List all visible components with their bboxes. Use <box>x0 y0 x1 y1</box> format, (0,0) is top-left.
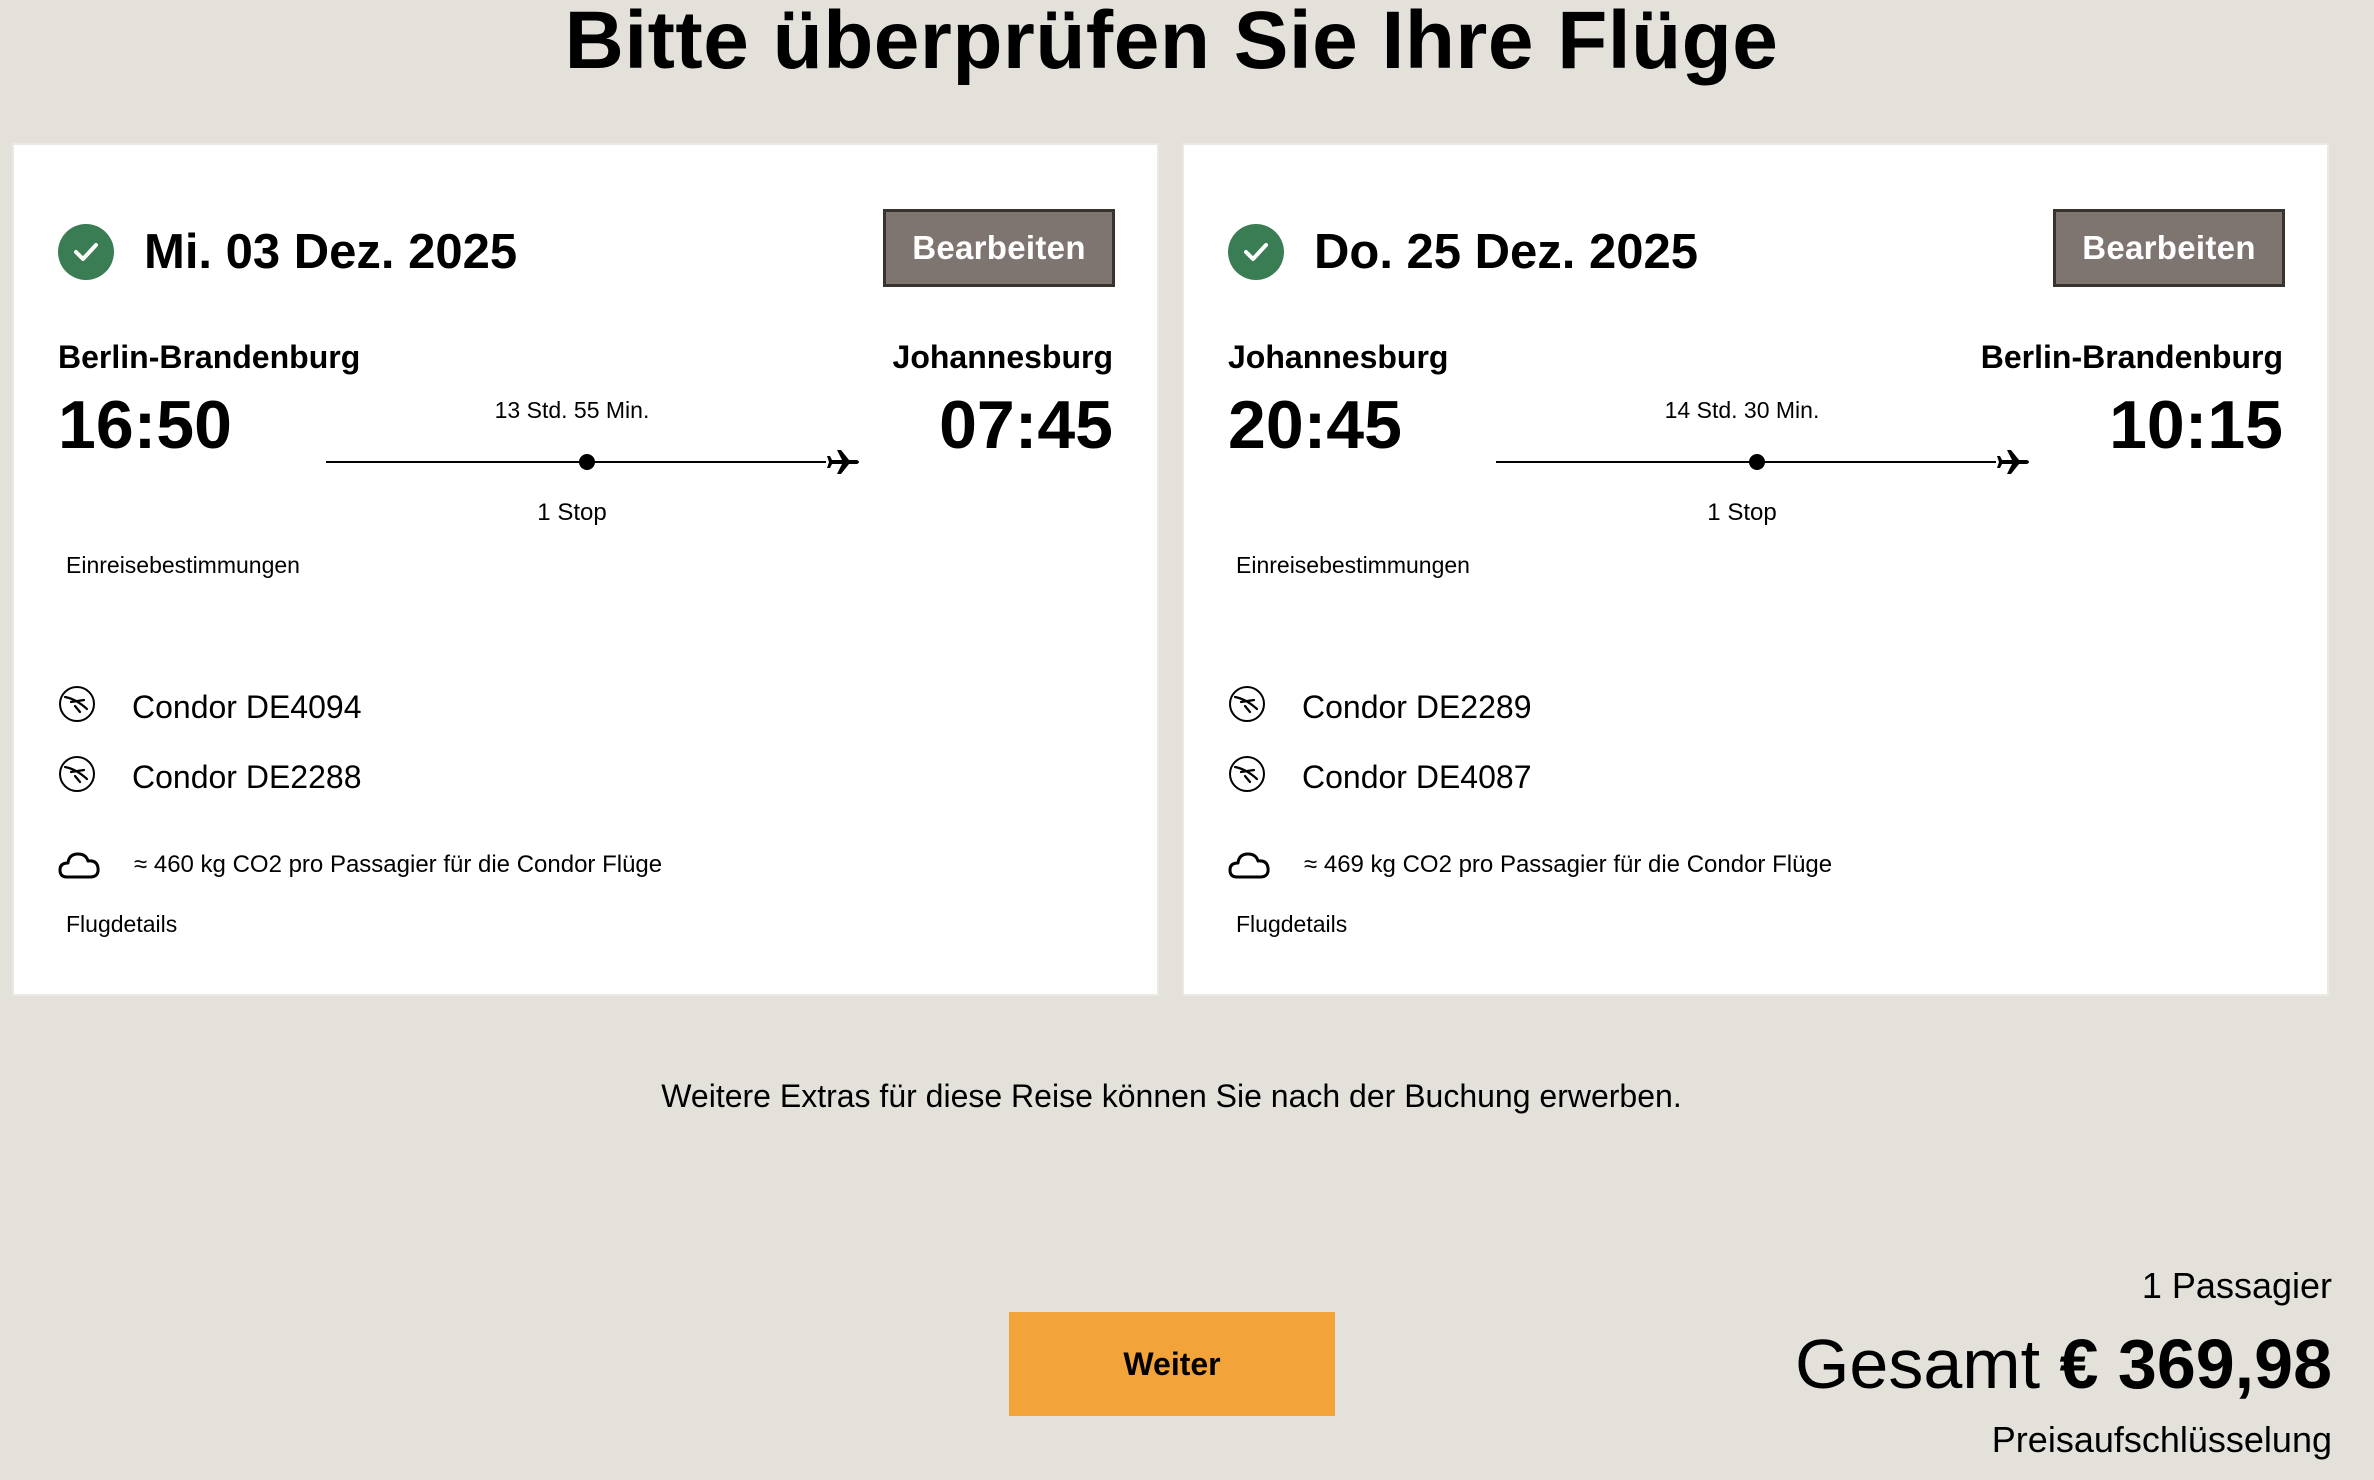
continue-button[interactable]: Weiter <box>1009 1312 1335 1416</box>
arrival-time: 07:45 <box>939 387 1113 463</box>
flight-card-outbound: Mi. 03 Dez. 2025 Bearbeiten Berlin-Brand… <box>12 143 1159 996</box>
edit-button[interactable]: Bearbeiten <box>2053 209 2285 287</box>
departure-time: 20:45 <box>1228 387 1402 463</box>
arrival-time: 10:15 <box>2109 387 2283 463</box>
co2-text: ≈ 460 kg CO2 pro Passagier für die Condo… <box>134 851 663 878</box>
passenger-count: 1 Passagier <box>2141 1265 2332 1306</box>
stop-dot <box>579 454 595 470</box>
cloud-icon <box>58 852 100 879</box>
flight-number: Condor DE4087 <box>1302 759 1532 795</box>
flight-date: Do. 25 Dez. 2025 <box>1314 225 1699 279</box>
flight-number: Condor DE4094 <box>132 689 362 725</box>
check-circle-icon <box>1228 224 1284 280</box>
condor-logo-icon <box>1229 756 1265 792</box>
total-price: Gesamt € 369,98 <box>1795 1322 2332 1406</box>
entry-requirements-link[interactable]: Einreisebestimmungen <box>1236 550 1470 580</box>
price-breakdown-link[interactable]: Preisaufschlüsselung <box>1992 1418 2332 1462</box>
stops-label: 1 Stop <box>537 499 607 526</box>
total-label: Gesamt <box>1794 1325 2041 1403</box>
flight-number: Condor DE2289 <box>1302 689 1532 725</box>
condor-logo-icon <box>59 686 95 722</box>
check-circle-icon <box>58 224 114 280</box>
co2-text: ≈ 469 kg CO2 pro Passagier für die Condo… <box>1304 851 1833 878</box>
flight-number: Condor DE2288 <box>132 759 362 795</box>
flight-card-return: Do. 25 Dez. 2025 Bearbeiten Johannesburg… <box>1182 143 2329 996</box>
flight-date: Mi. 03 Dez. 2025 <box>144 225 518 279</box>
condor-logo-icon <box>59 756 95 792</box>
stop-dot <box>1749 454 1765 470</box>
airplane-icon <box>827 450 859 474</box>
condor-logo-icon <box>1229 686 1265 722</box>
total-amount: € 369,98 <box>2059 1325 2332 1403</box>
origin-city: Johannesburg <box>1228 339 1449 375</box>
destination-city: Johannesburg <box>892 339 1113 375</box>
page-title: Bitte überprüfen Sie Ihre Flüge <box>564 0 1779 86</box>
flight-duration: 14 Std. 30 Min. <box>1664 397 1820 423</box>
route-line <box>1496 450 2029 474</box>
edit-button[interactable]: Bearbeiten <box>883 209 1115 287</box>
departure-time: 16:50 <box>58 387 232 463</box>
origin-city: Berlin-Brandenburg <box>58 339 361 375</box>
entry-requirements-link[interactable]: Einreisebestimmungen <box>66 550 300 580</box>
stops-label: 1 Stop <box>1707 499 1777 526</box>
flight-details-link[interactable]: Flugdetails <box>66 909 177 939</box>
destination-city: Berlin-Brandenburg <box>1980 339 2283 375</box>
flight-duration: 13 Std. 55 Min. <box>494 397 650 423</box>
route-line <box>326 450 859 474</box>
extras-note: Weitere Extras für diese Reise können Si… <box>661 1078 1682 1114</box>
airplane-icon <box>1997 450 2029 474</box>
cloud-icon <box>1228 852 1270 879</box>
flight-details-link[interactable]: Flugdetails <box>1236 909 1347 939</box>
